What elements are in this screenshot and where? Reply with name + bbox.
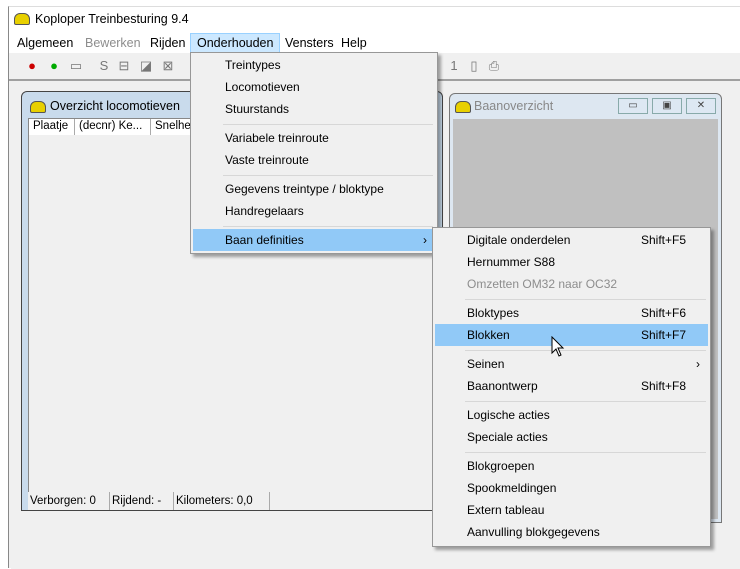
menu-item-blokken[interactable]: Blokken Shift+F7 (435, 324, 708, 346)
new-page-icon[interactable]: ▯ (465, 58, 483, 76)
menu-item-vaste-treinroute[interactable]: Vaste treinroute (193, 149, 435, 171)
cross-icon[interactable]: ⊠ (159, 58, 177, 76)
menu-item-speciale-acties[interactable]: Speciale acties (435, 426, 708, 448)
menu-item-treintypes[interactable]: Treintypes (193, 54, 435, 76)
train-icon (30, 101, 46, 113)
page-one-icon[interactable]: 1 (445, 58, 463, 76)
loco-window-title: Overzicht locomotieven (50, 99, 180, 113)
edit-icon[interactable]: ◪ (137, 58, 155, 76)
menu-vensters[interactable]: Vensters (279, 33, 340, 53)
menu-item-hernummer-s88[interactable]: Hernummer S88 (435, 251, 708, 273)
train-app-icon (14, 13, 30, 25)
printer-icon[interactable]: ⎙ (485, 58, 503, 76)
red-signal-icon[interactable]: ● (23, 58, 41, 76)
menu-bar: Algemeen Bewerken Rijden Onderhouden Ven… (9, 33, 740, 53)
status-rijdend: Rijdend: - (110, 492, 174, 510)
menu-item-seinen[interactable]: Seinen › (435, 353, 708, 375)
menu-item-blokgroepen[interactable]: Blokgroepen (435, 455, 708, 477)
menu-rijden[interactable]: Rijden (144, 33, 191, 53)
status-verborgen: Verborgen: 0 (28, 492, 110, 510)
menu-item-digitale-onderdelen[interactable]: Digitale onderdelen Shift+F5 (435, 229, 708, 251)
menu-bewerken[interactable]: Bewerken (79, 33, 147, 53)
baan-definities-submenu: Digitale onderdelen Shift+F5 Hernummer S8… (432, 227, 711, 547)
menu-item-baan-definities[interactable]: Baan definities › (193, 229, 435, 251)
minimize-button[interactable]: ▭ (618, 98, 648, 114)
menu-item-variabele-treinroute[interactable]: Variabele treinroute (193, 127, 435, 149)
menu-item-bloktypes[interactable]: Bloktypes Shift+F6 (435, 302, 708, 324)
separator (465, 452, 706, 453)
separator (223, 226, 433, 227)
separator (223, 124, 433, 125)
menu-item-locomotieven[interactable]: Locomotieven (193, 76, 435, 98)
submenu-arrow-icon: › (696, 357, 700, 371)
col-plaatje[interactable]: Plaatje (29, 119, 75, 135)
s-icon[interactable]: S (95, 58, 113, 76)
decoder-icon[interactable]: ▭ (67, 58, 85, 76)
menu-algemeen[interactable]: Algemeen (11, 33, 79, 53)
mouse-cursor-icon (551, 336, 565, 357)
separator (465, 401, 706, 402)
menu-help[interactable]: Help (335, 33, 373, 53)
menu-item-gegevens[interactable]: Gegevens treintype / bloktype (193, 178, 435, 200)
separator (465, 350, 706, 351)
app-title: Koploper Treinbesturing 9.4 (35, 12, 189, 26)
menu-item-aanvulling-blokgegevens[interactable]: Aanvulling blokgegevens (435, 521, 708, 543)
menu-item-logische-acties[interactable]: Logische acties (435, 404, 708, 426)
baan-window-title: Baanoverzicht (474, 99, 554, 113)
menu-item-stuurstands[interactable]: Stuurstands (193, 98, 435, 120)
close-button[interactable]: ✕ (686, 98, 716, 114)
train-icon (455, 101, 471, 113)
restore-button[interactable]: ▣ (652, 98, 682, 114)
onderhouden-menu: Treintypes Locomotieven Stuurstands Vari… (190, 52, 438, 254)
menu-item-baanontwerp[interactable]: Baanontwerp Shift+F8 (435, 375, 708, 397)
menu-item-omzetten[interactable]: Omzetten OM32 naar OC32 (435, 273, 708, 295)
block-icon[interactable]: ⊟ (115, 58, 133, 76)
green-signal-icon[interactable]: ● (45, 58, 63, 76)
col-decnr[interactable]: (decnr) Ke... (75, 119, 151, 135)
menu-item-handregelaars[interactable]: Handregelaars (193, 200, 435, 222)
separator (223, 175, 433, 176)
menu-onderhouden[interactable]: Onderhouden (190, 33, 281, 53)
menu-item-extern-tableau[interactable]: Extern tableau (435, 499, 708, 521)
submenu-arrow-icon: › (423, 233, 427, 247)
menu-item-spookmeldingen[interactable]: Spookmeldingen (435, 477, 708, 499)
status-kilometers: Kilometers: 0,0 (174, 492, 270, 510)
title-bar: Koploper Treinbesturing 9.4 (9, 7, 740, 33)
status-bar: Verborgen: 0 Rijdend: - Kilometers: 0,0 (28, 492, 438, 510)
separator (465, 299, 706, 300)
